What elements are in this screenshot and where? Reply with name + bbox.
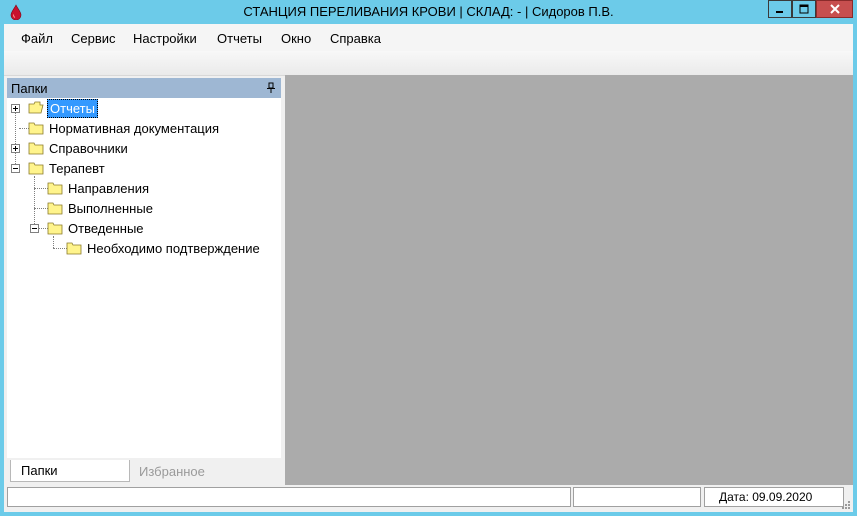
resize-grip-icon[interactable] xyxy=(841,500,851,510)
folder-icon xyxy=(28,122,44,135)
status-panel-secondary xyxy=(573,487,701,507)
tree-node-confirmation-required[interactable]: Необходимо подтверждение xyxy=(66,239,262,257)
tree-node-label: Направления xyxy=(68,180,150,196)
minimize-button[interactable] xyxy=(768,0,792,18)
status-bar: Дата: 09.09.2020 xyxy=(4,485,853,512)
menu-reports[interactable]: Отчеты xyxy=(217,31,262,46)
main-window: Файл Сервис Настройки Отчеты Окно Справк… xyxy=(4,24,853,512)
tree-node-referrals[interactable]: Направления xyxy=(47,179,151,197)
maximize-button[interactable] xyxy=(792,0,816,18)
status-panel-main xyxy=(7,487,571,507)
folder-icon xyxy=(47,182,63,195)
tree-node-label: Выполненные xyxy=(68,200,153,216)
title-bar: СТАНЦИЯ ПЕРЕЛИВАНИЯ КРОВИ | СКЛАД: - | С… xyxy=(0,0,857,24)
expand-toggle-directories[interactable] xyxy=(11,144,20,153)
tree-line xyxy=(53,248,67,249)
folder-icon xyxy=(66,242,82,255)
menu-service[interactable]: Сервис xyxy=(71,31,116,46)
tab-folders[interactable]: Папки xyxy=(10,460,130,482)
tree-node-label: Отчеты xyxy=(47,98,98,118)
menu-bar: Файл Сервис Настройки Отчеты Окно Справк… xyxy=(4,24,853,51)
tree-line xyxy=(34,176,35,228)
panel-header: Папки xyxy=(7,78,281,98)
close-icon xyxy=(829,4,840,14)
expand-toggle-reports[interactable] xyxy=(11,104,20,113)
tree-node-regulatory-docs[interactable]: Нормативная документация xyxy=(28,119,221,137)
tree-node-completed[interactable]: Выполненные xyxy=(47,199,155,217)
folder-tree: Отчеты Нормативная документация Справочн… xyxy=(7,98,279,459)
close-button[interactable] xyxy=(816,0,853,18)
window-title: СТАНЦИЯ ПЕРЕЛИВАНИЯ КРОВИ | СКЛАД: - | С… xyxy=(243,4,614,19)
tree-node-therapist[interactable]: Терапевт xyxy=(28,159,107,177)
folder-icon xyxy=(47,222,63,235)
tree-node-rejected[interactable]: Отведенные xyxy=(47,219,146,237)
tree-node-label: Нормативная документация xyxy=(49,120,220,136)
maximize-icon xyxy=(799,4,809,14)
status-date: Дата: 09.09.2020 xyxy=(704,487,844,507)
panel-title: Папки xyxy=(11,81,48,96)
menu-settings[interactable]: Настройки xyxy=(133,31,197,46)
tree-line xyxy=(53,236,54,248)
tree-line xyxy=(34,208,48,209)
menu-help[interactable]: Справка xyxy=(330,31,381,46)
folders-panel: Папки Отчеты Нормативная документация Сп… xyxy=(7,78,281,484)
menu-window[interactable]: Окно xyxy=(281,31,311,46)
panel-tabs: Папки Избранное xyxy=(7,458,281,484)
menu-file[interactable]: Файл xyxy=(21,31,53,46)
tab-favorites[interactable]: Избранное xyxy=(131,460,271,482)
tree-node-directories[interactable]: Справочники xyxy=(28,139,130,157)
pin-icon[interactable] xyxy=(266,82,276,94)
minimize-icon xyxy=(776,11,783,13)
folder-icon xyxy=(28,162,44,175)
folder-icon xyxy=(47,202,63,215)
collapse-toggle-therapist[interactable] xyxy=(11,164,20,173)
tree-node-reports[interactable]: Отчеты xyxy=(28,98,98,118)
tree-node-label: Отведенные xyxy=(68,220,144,236)
tree-line xyxy=(15,108,16,168)
folder-icon xyxy=(28,142,44,155)
tree-node-label: Необходимо подтверждение xyxy=(87,240,260,256)
collapse-toggle-rejected[interactable] xyxy=(30,224,39,233)
mdi-workspace xyxy=(285,75,853,485)
tree-node-label: Терапевт xyxy=(49,160,105,176)
toolbar xyxy=(4,51,853,76)
tree-line xyxy=(34,188,48,189)
tree-node-label: Справочники xyxy=(49,140,128,156)
folder-open-icon xyxy=(28,101,44,114)
